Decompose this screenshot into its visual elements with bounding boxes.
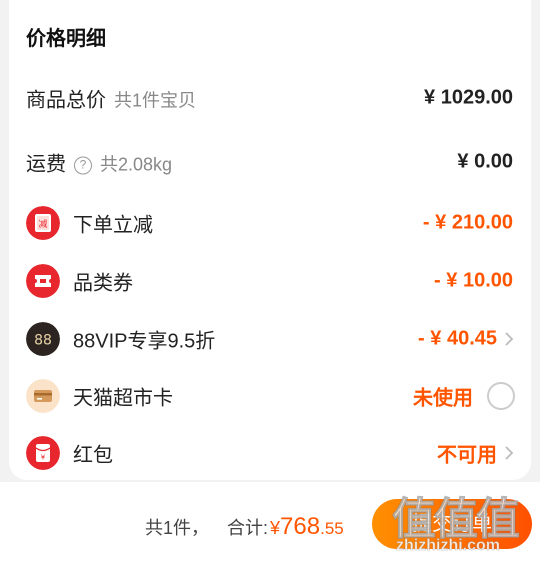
question-icon[interactable]: ?: [74, 156, 92, 175]
shipping-weight-note: 共2.08kg: [100, 154, 173, 175]
total-integer: 768: [280, 513, 321, 540]
watermark-domain: zhizhizhi.com: [396, 537, 501, 555]
chevron-right-icon[interactable]: [503, 330, 515, 348]
shipping-value: ¥ 0.00: [457, 150, 513, 173]
total-currency: ¥: [270, 518, 281, 538]
card-icon: [26, 379, 60, 413]
chevron-right-icon[interactable]: [503, 444, 515, 462]
goods-total-label: 商品总价: [26, 89, 106, 112]
discount-row-red-packet[interactable]: ¥ 红包 不可用: [9, 430, 531, 476]
goods-total-value: ¥ 1029.00: [424, 86, 513, 109]
discount-label-tmall-card: 天猫超市卡: [73, 387, 173, 410]
svg-text:¥: ¥: [41, 454, 46, 462]
redpacket-icon: ¥: [26, 436, 60, 470]
price-detail-card: 价格明细 商品总价 共1件宝贝 ¥ 1029.00 运费? 共2.08kg ¥ 0.…: [9, 0, 531, 480]
svg-text:减: 减: [38, 218, 47, 230]
discount-label-order-reduce: 下单立减: [73, 214, 153, 237]
goods-total-row: 商品总价 共1件宝贝 ¥ 1029.00: [9, 75, 531, 121]
discount-value-order-reduce: - ¥ 210.00: [422, 211, 513, 234]
reduce-icon: 减: [26, 206, 60, 240]
discount-row-order-reduce: 减 下单立减 - ¥ 210.00: [9, 200, 531, 246]
total-decimal: .55: [320, 519, 344, 538]
discount-label-88vip: 88VIP专享9.5折: [73, 330, 216, 353]
shipping-label: 运费: [26, 153, 66, 176]
discount-value-88vip: - ¥ 40.45: [418, 327, 497, 350]
item-count: 共1件，: [145, 518, 210, 538]
discount-row-tmall-card[interactable]: 天猫超市卡 未使用: [9, 373, 531, 419]
shipping-row: 运费? 共2.08kg ¥ 0.00: [9, 139, 531, 185]
ticket-icon: [26, 264, 60, 298]
discount-row-88vip[interactable]: 88 88VIP专享9.5折 - ¥ 40.45: [9, 316, 531, 362]
panel-title: 价格明细: [26, 28, 106, 50]
order-summary: 共1件， 合计: ¥768.55: [145, 513, 344, 541]
discount-value-category-coupon: - ¥ 10.00: [434, 269, 513, 292]
tmall-card-radio[interactable]: [487, 382, 515, 410]
discount-value-red-packet: 不可用: [437, 444, 497, 467]
watermark-logo: 值值值 zhizhizhi.com: [388, 477, 538, 563]
total-label: 合计:: [227, 518, 269, 538]
discount-value-tmall-card: 未使用: [413, 387, 473, 410]
goods-count-note: 共1件宝贝: [114, 90, 197, 111]
discount-label-red-packet: 红包: [73, 444, 113, 467]
vip88-icon: 88: [26, 322, 60, 356]
discount-label-category-coupon: 品类券: [73, 272, 133, 295]
svg-text:88: 88: [34, 333, 52, 349]
discount-row-category-coupon[interactable]: 品类券 - ¥ 10.00: [9, 258, 531, 304]
